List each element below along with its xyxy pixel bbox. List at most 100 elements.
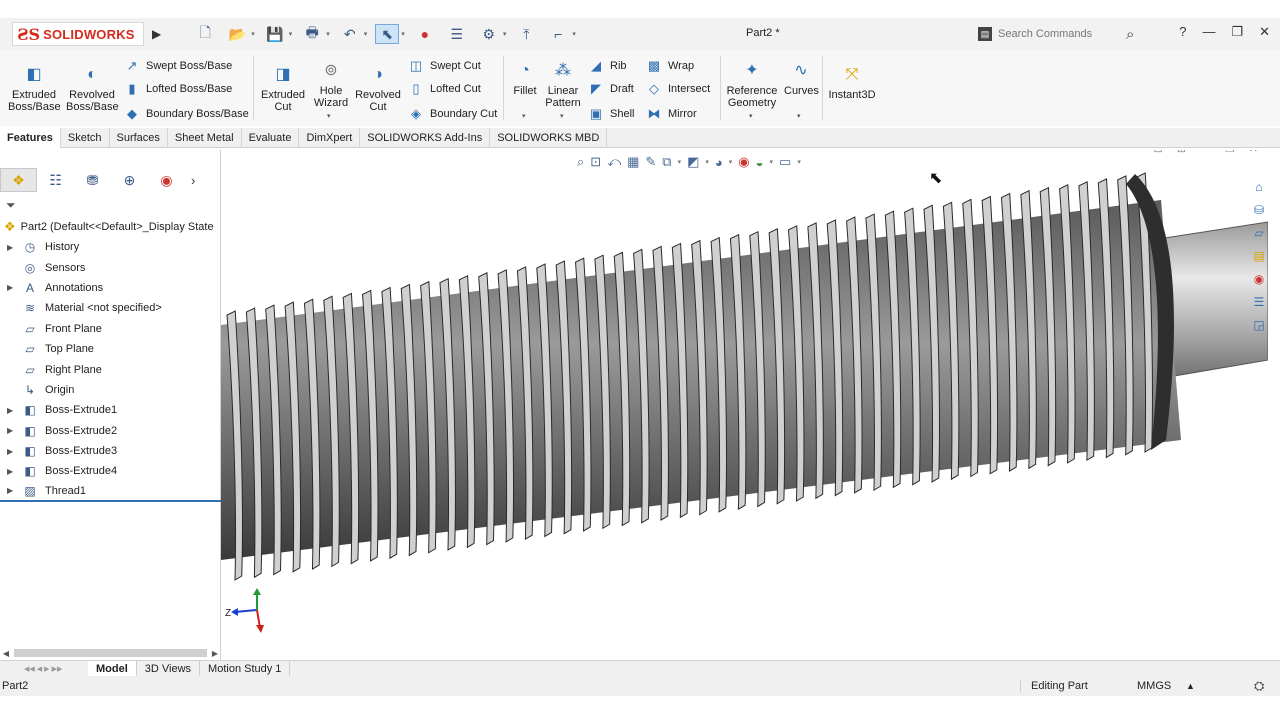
shell-button[interactable]: ▣ Shell bbox=[588, 106, 635, 122]
tree-expand-icon[interactable]: ▶ bbox=[0, 467, 22, 476]
solidworks-logo[interactable]: ƧS SOLIDWORKS bbox=[12, 22, 144, 46]
viewport-dock-icon[interactable]: ⊟ bbox=[1153, 150, 1162, 155]
tab-features[interactable]: Features bbox=[0, 127, 61, 148]
tab-solidworks-mbd[interactable]: SOLIDWORKS MBD bbox=[490, 127, 608, 148]
view-settings-dropdown-icon[interactable]: ▾ bbox=[797, 158, 801, 166]
unit-system-selector[interactable]: MMGS bbox=[1137, 680, 1171, 692]
search-input[interactable] bbox=[998, 28, 1126, 40]
curves-button[interactable]: ∿ Curves bbox=[784, 60, 819, 98]
scene-dropdown-icon[interactable]: ▾ bbox=[770, 158, 774, 166]
tree-item[interactable]: ▱ Right Plane bbox=[0, 359, 221, 379]
design-library-icon[interactable]: ⛁ bbox=[1250, 201, 1268, 218]
extruded-cut-button[interactable]: ◨ Extruded Cut bbox=[258, 64, 308, 114]
curves-dropdown-icon[interactable]: ▾ bbox=[797, 112, 801, 120]
help-icon[interactable]: ? bbox=[1179, 24, 1186, 40]
tree-item[interactable]: ≋ Material <not specified> bbox=[0, 298, 221, 318]
customize-icon[interactable]: ⌐ bbox=[546, 24, 570, 44]
tree-item[interactable]: ▶ ◷ History bbox=[0, 237, 221, 257]
zoom-to-area-icon[interactable]: ⊡ bbox=[590, 154, 601, 170]
tab-surfaces[interactable]: Surfaces bbox=[110, 127, 168, 148]
search-commands[interactable]: ▤ ⌕ bbox=[974, 23, 1158, 45]
tree-expand-icon[interactable]: ▶ bbox=[0, 486, 22, 495]
tree-expand-icon[interactable]: ▶ bbox=[0, 426, 22, 435]
revolved-boss-button[interactable]: ◐ Revolved Boss/Base bbox=[66, 64, 119, 114]
select-dropdown-icon[interactable]: ▾ bbox=[401, 30, 405, 38]
tab-motion-study-1[interactable]: Motion Study 1 bbox=[200, 660, 291, 677]
reference-geometry-button[interactable]: ✦ Reference Geometry bbox=[724, 60, 780, 110]
viewport-restore-icon[interactable]: ❐ bbox=[1225, 150, 1235, 155]
scroll-left-arrow-icon[interactable]: ◀ bbox=[0, 649, 12, 658]
tab-3d-views[interactable]: 3D Views bbox=[137, 660, 201, 677]
tree-horizontal-scrollbar[interactable]: ◀ ▶ bbox=[0, 647, 221, 659]
zoom-to-fit-icon[interactable]: ⌕ bbox=[577, 154, 584, 170]
viewport-minimize-icon[interactable]: — bbox=[1200, 150, 1211, 155]
pattern-dropdown-icon[interactable]: ▾ bbox=[560, 112, 564, 120]
viewport-tile-icon[interactable]: ⊞ bbox=[1177, 150, 1186, 155]
view-orientation-dropdown-icon[interactable]: ▾ bbox=[678, 158, 682, 166]
tree-item[interactable]: ▱ Top Plane bbox=[0, 339, 221, 359]
more-tabs-arrow-icon[interactable]: › bbox=[191, 173, 195, 188]
tree-item[interactable]: ◎ Sensors bbox=[0, 257, 221, 277]
lofted-boss-button[interactable]: ▮ Lofted Boss/Base bbox=[124, 81, 232, 97]
hide-show-items-icon[interactable]: ◕ bbox=[715, 155, 723, 170]
undo-dropdown-icon[interactable]: ▾ bbox=[364, 30, 368, 38]
solidworks-resources-home-icon[interactable]: ⌂ bbox=[1250, 178, 1268, 195]
instant3d-button[interactable]: ⤧ Instant3D bbox=[826, 64, 878, 102]
hole-wizard-dropdown-icon[interactable]: ▾ bbox=[327, 112, 331, 120]
new-document-icon[interactable]: 🗋 bbox=[193, 24, 217, 44]
pin-icon[interactable]: ⤒ bbox=[514, 24, 538, 44]
swept-cut-button[interactable]: ◫ Swept Cut bbox=[408, 58, 481, 74]
viewport-close-icon[interactable]: ✕ bbox=[1249, 150, 1258, 155]
boundary-cut-button[interactable]: ◈ Boundary Cut bbox=[408, 106, 497, 122]
tree-item[interactable]: ▶ ◧ Boss-Extrude1 bbox=[0, 400, 221, 420]
rebuild-icon[interactable]: ● bbox=[413, 24, 437, 44]
undo-icon[interactable]: ↶ bbox=[338, 24, 362, 44]
tree-item[interactable]: ▶ A Annotations bbox=[0, 278, 221, 298]
minimize-icon[interactable]: — bbox=[1202, 24, 1215, 40]
view-palette-icon[interactable]: ▤ bbox=[1250, 247, 1268, 264]
scroll-right-arrow-icon[interactable]: ▶ bbox=[209, 649, 221, 658]
tree-root-part[interactable]: ❖ Part2 (Default<<Default>_Display State bbox=[0, 217, 221, 237]
dimxpert-manager-tab-icon[interactable]: ⊕ bbox=[111, 168, 148, 192]
tree-item[interactable]: ↳ Origin bbox=[0, 380, 221, 400]
hide-show-dropdown-icon[interactable]: ▾ bbox=[729, 158, 733, 166]
feature-manager-tab-icon[interactable]: ❖ bbox=[0, 168, 37, 192]
tree-item[interactable]: ▶ ▨ Thread1 bbox=[0, 482, 221, 503]
display-manager-tab-icon[interactable]: ◉ bbox=[148, 168, 185, 192]
search-icon[interactable]: ⌕ bbox=[1126, 26, 1134, 43]
view-settings-icon[interactable]: ▭ bbox=[779, 154, 791, 170]
apply-scene-icon[interactable]: ◒ bbox=[756, 155, 764, 170]
units-up-arrow-icon[interactable]: ▲ bbox=[1186, 681, 1195, 691]
custom-properties-icon[interactable]: ☰ bbox=[1250, 293, 1268, 310]
configuration-manager-tab-icon[interactable]: ⛃ bbox=[74, 168, 111, 192]
tree-item[interactable]: ▱ Front Plane bbox=[0, 319, 221, 339]
threaded-shaft-model[interactable] bbox=[221, 150, 1268, 660]
mirror-button[interactable]: ⧓ Mirror bbox=[646, 106, 697, 122]
tab-sketch[interactable]: Sketch bbox=[61, 127, 110, 148]
menu-expand-arrow-icon[interactable]: ▶ bbox=[152, 27, 161, 41]
save-icon[interactable]: 💾 bbox=[263, 24, 287, 44]
options-gear-icon[interactable]: ⚙ bbox=[477, 24, 501, 44]
open-folder-icon[interactable]: 📂 bbox=[225, 24, 249, 44]
fillet-dropdown-icon[interactable]: ▾ bbox=[522, 112, 526, 120]
view-orientation-icon[interactable]: ⧉ bbox=[662, 154, 671, 170]
scroll-thumb[interactable] bbox=[14, 649, 207, 657]
extruded-boss-button[interactable]: ◧ Extruded Boss/Base bbox=[8, 64, 61, 114]
select-pointer-icon[interactable]: ⬉ bbox=[375, 24, 400, 44]
save-dropdown-icon[interactable]: ▾ bbox=[289, 30, 293, 38]
tab-dimxpert[interactable]: DimXpert bbox=[299, 127, 361, 148]
tree-expand-icon[interactable]: ▶ bbox=[0, 406, 22, 415]
print-dropdown-icon[interactable]: ▾ bbox=[326, 30, 330, 38]
customize-status-icon[interactable]: ⛭ bbox=[1254, 678, 1264, 694]
customize-dropdown-icon[interactable]: ▾ bbox=[572, 30, 576, 38]
tree-expand-icon[interactable]: ▶ bbox=[0, 243, 22, 252]
open-dropdown-icon[interactable]: ▾ bbox=[251, 30, 255, 38]
appearances-icon[interactable]: ◉ bbox=[1250, 270, 1268, 287]
intersect-button[interactable]: ◇ Intersect bbox=[646, 81, 710, 97]
print-icon[interactable]: 🖶 bbox=[300, 24, 324, 44]
dynamic-annotation-icon[interactable]: ✎ bbox=[645, 154, 656, 170]
property-manager-tab-icon[interactable]: ☷ bbox=[37, 168, 74, 192]
graphics-area[interactable]: ⌕ ⊡ ⤺ ▦ ✎ ⧉ ▾ ◩ ▾ ◕ ▾ ◉ ◒ ▾ ▭ ▾ ⊟ ⊞ — ❐ ✕ Z bbox=[221, 150, 1268, 660]
wrap-button[interactable]: ▩ Wrap bbox=[646, 58, 694, 74]
display-style-icon[interactable]: ◩ bbox=[687, 154, 699, 170]
